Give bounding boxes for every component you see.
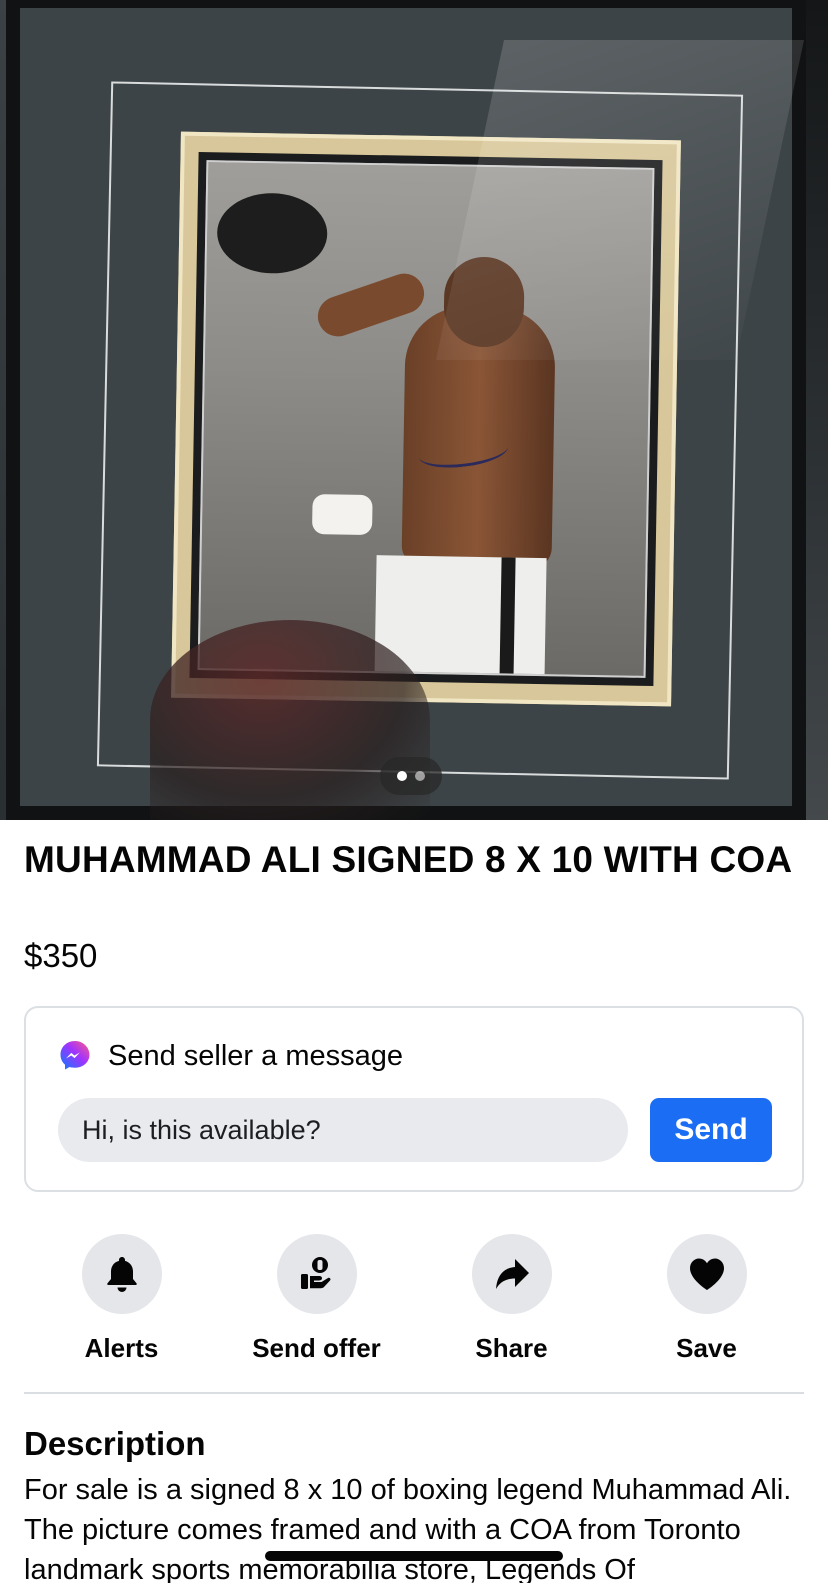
listing-price: $350 <box>24 937 98 974</box>
heart-icon <box>689 1258 724 1290</box>
alerts-label: Alerts <box>84 1333 159 1363</box>
listing-photo[interactable] <box>0 0 828 820</box>
bell-icon <box>106 1257 137 1292</box>
alerts-button[interactable]: Alerts <box>24 1234 219 1364</box>
alerts-circle[interactable] <box>81 1234 162 1314</box>
send-offer-button[interactable]: Send offer <box>219 1234 414 1364</box>
action-bar: Alerts Send offer Share Save <box>24 1234 804 1364</box>
share-label: Share <box>475 1333 548 1363</box>
save-button[interactable]: Save <box>609 1234 804 1364</box>
share-circle[interactable] <box>471 1234 552 1314</box>
send-offer-icon <box>300 1257 330 1289</box>
send-offer-label: Send offer <box>252 1333 381 1363</box>
page-dot[interactable] <box>415 771 425 781</box>
message-card-title: Send seller a message <box>108 1040 403 1072</box>
share-arrow-icon <box>495 1259 529 1289</box>
page-dot-active[interactable] <box>397 771 407 781</box>
send-offer-circle[interactable] <box>276 1234 357 1314</box>
messenger-icon <box>60 1041 90 1070</box>
listing-title: MUHAMMAD ALI SIGNED 8 X 10 WITH COA <box>24 839 793 880</box>
description-heading: Description <box>24 1425 206 1462</box>
save-label: Save <box>676 1333 737 1363</box>
share-button[interactable]: Share <box>414 1234 609 1364</box>
section-divider <box>24 1392 804 1394</box>
message-input[interactable] <box>58 1098 628 1162</box>
save-circle[interactable] <box>666 1234 747 1314</box>
description-text: For sale is a signed 8 x 10 of boxing le… <box>24 1474 792 1583</box>
message-card-header: Send seller a message <box>58 1038 403 1074</box>
hand-wrap <box>311 494 373 536</box>
home-indicator[interactable] <box>265 1551 563 1561</box>
send-button[interactable]: Send <box>650 1098 772 1162</box>
message-seller-card: Send seller a message Send <box>24 1006 804 1192</box>
gallery-page-indicator[interactable] <box>380 757 442 795</box>
